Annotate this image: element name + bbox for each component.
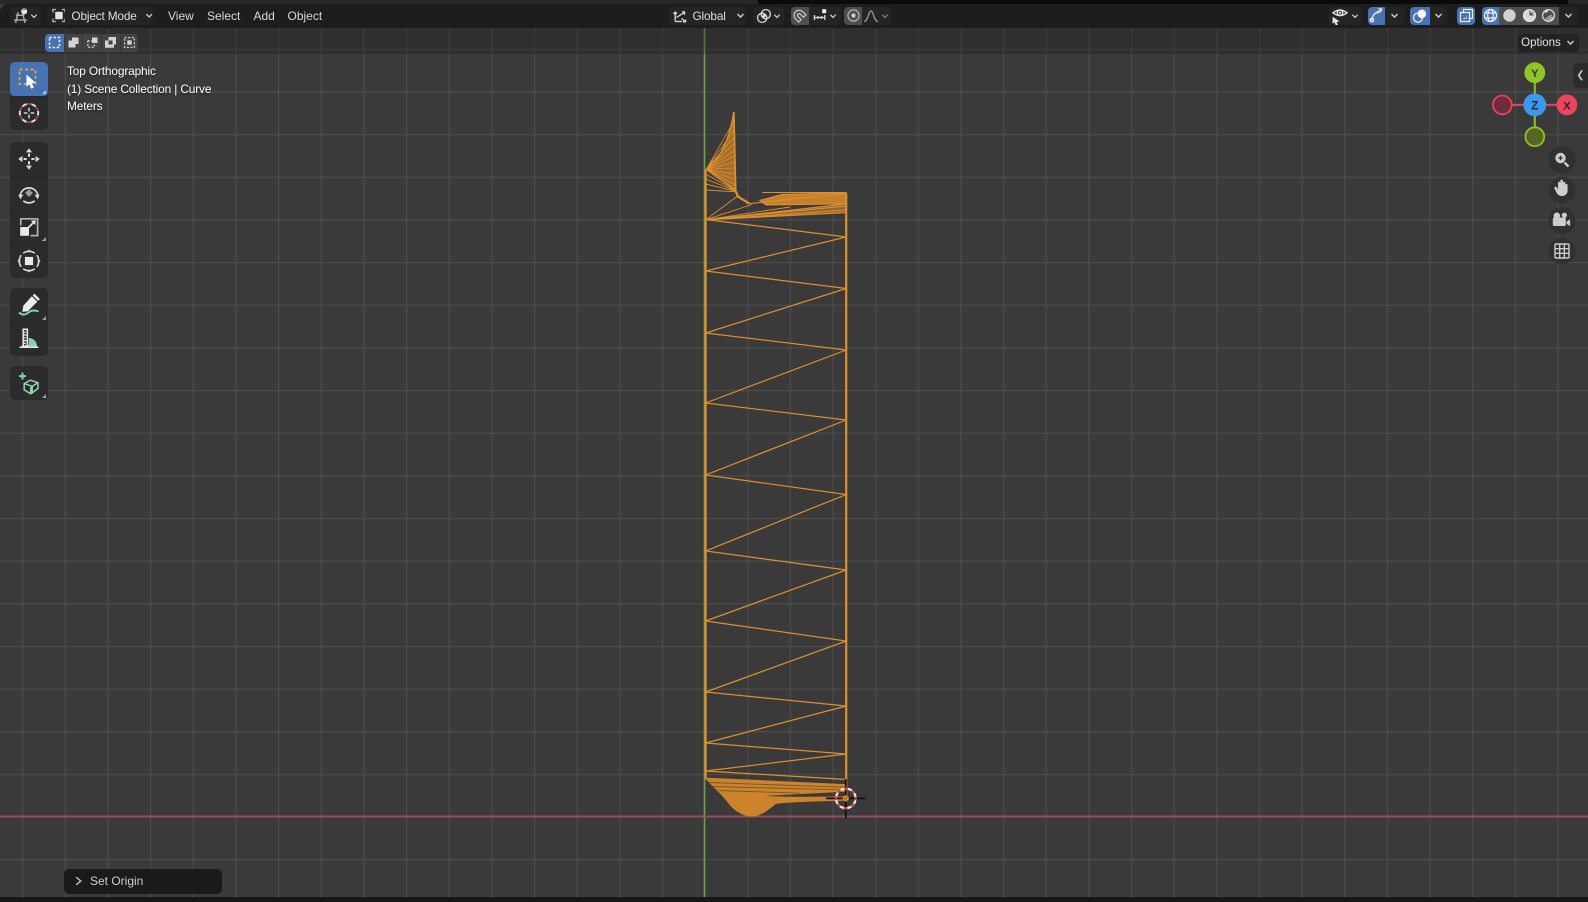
svg-text:X: X xyxy=(1563,100,1571,112)
svg-text:Z: Z xyxy=(1531,99,1538,113)
svg-text:Y: Y xyxy=(1531,68,1539,80)
